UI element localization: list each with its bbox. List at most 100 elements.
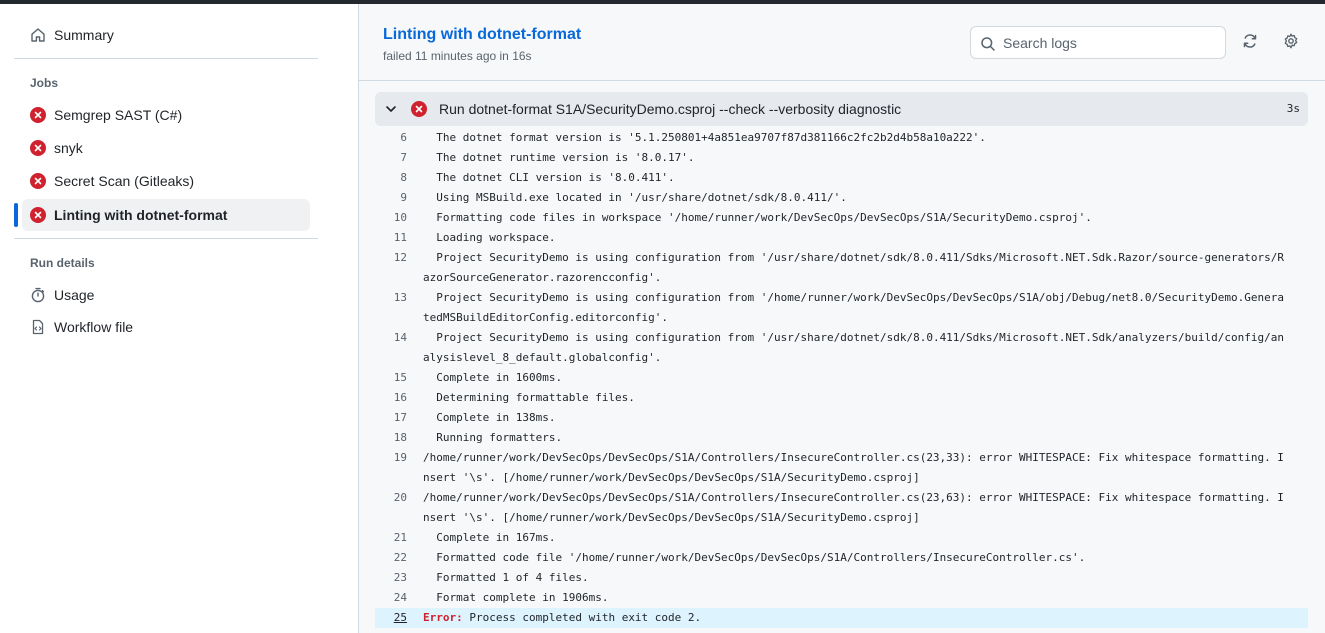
refresh-button[interactable] [1238, 31, 1262, 55]
log-line-number[interactable]: 22 [375, 548, 423, 568]
log-line: 17 Complete in 138ms. [375, 408, 1308, 428]
sidebar-job-gitleaks[interactable]: Secret Scan (Gitleaks) [22, 165, 310, 197]
log-line-number[interactable]: 10 [375, 208, 423, 228]
job-header: Linting with dotnet-format failed 11 min… [359, 4, 1325, 81]
log-line-text: Project SecurityDemo is using configurat… [423, 251, 1284, 284]
log-line-error: 25 Error: Process completed with exit cod… [375, 608, 1308, 628]
log-line-text: Formatting code files in workspace '/hom… [423, 211, 1092, 224]
failed-status-icon [30, 173, 46, 189]
sidebar-job-label: Secret Scan (Gitleaks) [54, 173, 195, 189]
search-logs-input[interactable] [1003, 33, 1218, 53]
log-line-text: /home/runner/work/DevSecOps/DevSecOps/S1… [423, 491, 1284, 524]
step-title: Run dotnet-format S1A/SecurityDemo.cspro… [439, 101, 902, 117]
sidebar-job-linting[interactable]: Linting with dotnet-format [22, 199, 310, 231]
log-line-number[interactable]: 7 [375, 148, 423, 168]
sidebar-job-label: Linting with dotnet-format [54, 207, 228, 223]
log-line-text: Running formatters. [423, 431, 563, 444]
log-line-number[interactable]: 18 [375, 428, 423, 448]
log-line: 12 Project SecurityDemo is using configu… [375, 248, 1308, 288]
sidebar-item-usage[interactable]: Usage [22, 279, 310, 311]
refresh-icon [1242, 33, 1258, 54]
log-line-number[interactable]: 19 [375, 448, 423, 488]
log-line-number[interactable]: 15 [375, 368, 423, 388]
log-line-number[interactable]: 9 [375, 188, 423, 208]
log-line-text: Determining formattable files. [423, 391, 635, 404]
sidebar-item-workflow-file[interactable]: Workflow file [22, 311, 310, 343]
log-line-number[interactable]: 23 [375, 568, 423, 588]
log-line-number[interactable]: 14 [375, 328, 423, 368]
failed-status-icon [30, 140, 46, 156]
log-line-number[interactable]: 13 [375, 288, 423, 328]
log-line-text: Loading workspace. [423, 231, 556, 244]
log-line-text: Complete in 1600ms. [423, 371, 563, 384]
log-line-text: Using MSBuild.exe located in '/usr/share… [423, 191, 847, 204]
log-line-text: Project SecurityDemo is using configurat… [423, 291, 1284, 324]
sidebar-item-summary[interactable]: Summary [22, 19, 310, 51]
home-icon [30, 27, 46, 43]
log-line-number[interactable]: 8 [375, 168, 423, 188]
job-status-text: failed 11 minutes ago in 16s [383, 49, 532, 63]
log-line-text: The dotnet CLI version is '8.0.411'. [423, 171, 675, 184]
log-line-text: Complete in 138ms. [423, 411, 556, 424]
failed-status-icon [30, 107, 46, 123]
sidebar-item-summary-label: Summary [54, 27, 114, 43]
sidebar-item-workflow-file-label: Workflow file [54, 319, 134, 335]
log-line: 10 Formatting code files in workspace '/… [375, 208, 1308, 228]
failed-status-icon [30, 207, 46, 223]
log-line: 21 Complete in 167ms. [375, 528, 1308, 548]
log-line-text: /home/runner/work/DevSecOps/DevSecOps/S1… [423, 451, 1284, 484]
log-line: 23 Formatted 1 of 4 files. [375, 568, 1308, 588]
log-line-number[interactable]: 12 [375, 248, 423, 288]
file-code-icon [30, 319, 46, 335]
failed-status-icon [411, 101, 427, 117]
log-line-number[interactable]: 17 [375, 408, 423, 428]
log-line: 11 Loading workspace. [375, 228, 1308, 248]
log-line-text: Complete in 167ms. [423, 531, 556, 544]
step-header[interactable]: Run dotnet-format S1A/SecurityDemo.cspro… [375, 92, 1308, 126]
log-line-number[interactable]: 11 [375, 228, 423, 248]
gear-icon [1283, 33, 1299, 54]
log-line: 19/home/runner/work/DevSecOps/DevSecOps/… [375, 448, 1308, 488]
log-line: 22 Formatted code file '/home/runner/wor… [375, 548, 1308, 568]
stopwatch-icon [30, 287, 46, 303]
search-logs-field[interactable] [970, 26, 1226, 59]
sidebar-job-semgrep[interactable]: Semgrep SAST (C#) [22, 99, 310, 131]
log-line: 24 Format complete in 1906ms. [375, 588, 1308, 608]
log-line-number[interactable]: 25 [375, 608, 423, 628]
run-details-heading: Run details [30, 256, 95, 270]
job-title[interactable]: Linting with dotnet-format [383, 26, 581, 44]
sidebar-job-label: snyk [54, 140, 83, 156]
log-line-text: Error: Process completed with exit code … [423, 608, 1308, 628]
log-line-number[interactable]: 24 [375, 588, 423, 608]
job-log-panel: Linting with dotnet-format failed 11 min… [359, 4, 1325, 633]
search-icon [980, 36, 996, 52]
log-line: 7 The dotnet runtime version is '8.0.17'… [375, 148, 1308, 168]
chevron-down-icon[interactable] [383, 101, 399, 117]
log-line-text: Formatted 1 of 4 files. [423, 571, 589, 584]
sidebar: Summary Jobs Semgrep SAST (C#) snyk Secr… [0, 4, 358, 633]
log-line-number[interactable]: 20 [375, 488, 423, 528]
error-prefix: Error: [423, 611, 463, 624]
sidebar-divider [14, 58, 318, 59]
log-line-text: The dotnet runtime version is '8.0.17'. [423, 151, 695, 164]
log-output: 6 The dotnet format version is '5.1.2508… [375, 128, 1308, 628]
log-line: 8 The dotnet CLI version is '8.0.411'. [375, 168, 1308, 188]
log-line-text: Format complete in 1906ms. [423, 591, 609, 604]
log-line: 13 Project SecurityDemo is using configu… [375, 288, 1308, 328]
log-line-number[interactable]: 16 [375, 388, 423, 408]
log-line-number[interactable]: 6 [375, 128, 423, 148]
error-message: Process completed with exit code 2. [462, 611, 702, 624]
log-line: 20/home/runner/work/DevSecOps/DevSecOps/… [375, 488, 1308, 528]
log-line: 6 The dotnet format version is '5.1.2508… [375, 128, 1308, 148]
sidebar-job-label: Semgrep SAST (C#) [54, 107, 183, 123]
sidebar-item-usage-label: Usage [54, 287, 95, 303]
active-job-marker [14, 203, 18, 227]
sidebar-job-snyk[interactable]: snyk [22, 132, 310, 164]
log-line: 18 Running formatters. [375, 428, 1308, 448]
log-line-text: Project SecurityDemo is using configurat… [423, 331, 1284, 364]
settings-button[interactable] [1279, 31, 1303, 55]
log-line: 9 Using MSBuild.exe located in '/usr/sha… [375, 188, 1308, 208]
log-line-number[interactable]: 21 [375, 528, 423, 548]
log-line-text: Formatted code file '/home/runner/work/D… [423, 551, 1086, 564]
sidebar-divider [14, 238, 318, 239]
